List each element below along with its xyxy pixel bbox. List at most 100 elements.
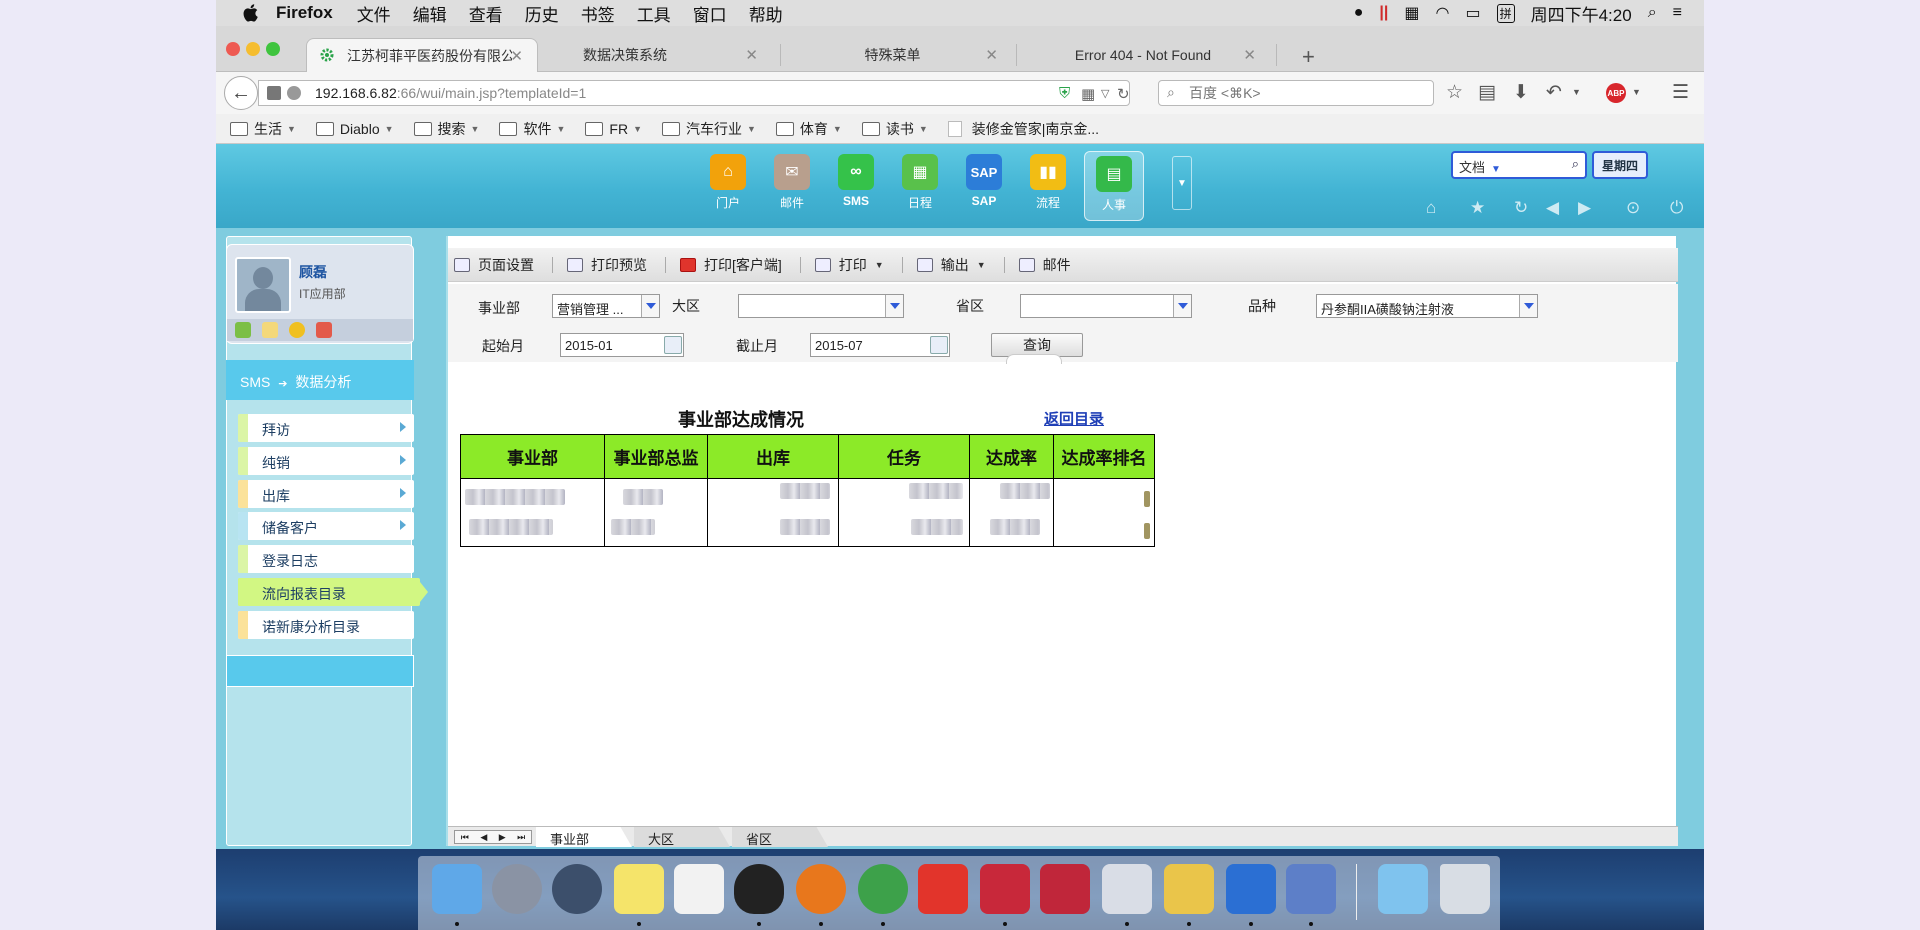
app-m-icon[interactable]: [1040, 864, 1090, 914]
close-tab-icon[interactable]: ✕: [985, 46, 998, 64]
back-to-directory-link[interactable]: 返回目录: [1044, 408, 1104, 429]
hamburger-menu-icon[interactable]: ☰: [1672, 81, 1689, 104]
undo-icon[interactable]: ↶: [1546, 81, 1562, 104]
last-sheet-icon[interactable]: ⏭: [517, 832, 525, 843]
new-tab-button[interactable]: +: [1302, 44, 1315, 70]
bookmark-page-decoration[interactable]: 装修金管家|南京金...: [947, 119, 1099, 139]
download-icon[interactable]: ⬇: [1513, 81, 1529, 104]
menu-window[interactable]: 窗口: [693, 1, 727, 26]
wifi-icon[interactable]: ◠: [1435, 3, 1449, 23]
prev-sheet-icon[interactable]: ◀: [480, 832, 487, 843]
sidebar-item-visit[interactable]: 拜访: [238, 414, 414, 442]
collapse-filter-toggle[interactable]: [1006, 354, 1062, 364]
sidebar-item-pure-sales[interactable]: 纯销: [238, 447, 414, 475]
bookmark-star-icon[interactable]: ☆: [1446, 81, 1463, 104]
minimize-window-button[interactable]: [246, 42, 260, 56]
chevron-down-icon[interactable]: ▼: [1491, 164, 1501, 175]
region-select[interactable]: [738, 294, 904, 318]
module-schedule[interactable]: ▦ 日程: [890, 154, 950, 211]
close-tab-icon[interactable]: ✕: [1243, 46, 1256, 64]
back-arrow-icon[interactable]: ◀: [1546, 198, 1559, 218]
notes-icon[interactable]: [614, 864, 664, 914]
app-f-icon[interactable]: [1226, 864, 1276, 914]
module-sap[interactable]: SAP SAP: [954, 154, 1014, 208]
column-header[interactable]: 出库: [707, 434, 839, 479]
reminders-icon[interactable]: [674, 864, 724, 914]
badge-icon[interactable]: [289, 322, 305, 338]
product-select[interactable]: 丹参酮IIA磺酸钠注射液: [1316, 294, 1538, 318]
module-mail[interactable]: ✉ 邮件: [762, 154, 822, 211]
firefox-icon[interactable]: [796, 864, 846, 914]
module-workflow[interactable]: ▮▮ 流程: [1018, 154, 1078, 211]
undo-dropdown-icon[interactable]: ▼: [1572, 87, 1581, 97]
bookmark-folder-sports[interactable]: 体育 ▼: [775, 119, 842, 139]
search-icon[interactable]: ⌕: [1572, 156, 1579, 172]
settings-icon[interactable]: ⊙: [1626, 198, 1640, 218]
column-header[interactable]: 任务: [838, 434, 970, 479]
zoom-window-button[interactable]: [266, 42, 280, 56]
print-preview-button[interactable]: 打印预览: [567, 255, 647, 275]
sidebar-item-outbound[interactable]: 出库: [238, 480, 414, 508]
reading-list-icon[interactable]: ▤: [1478, 81, 1496, 104]
sidebar-item-login-log[interactable]: 登录日志: [238, 545, 414, 573]
next-sheet-icon[interactable]: ▶: [499, 832, 506, 843]
print-button[interactable]: 打印 ▼: [814, 255, 884, 275]
user-name[interactable]: 顾磊: [299, 262, 327, 282]
menubar-clock[interactable]: 周四下午4:20: [1531, 1, 1632, 26]
book-icon[interactable]: [235, 322, 251, 338]
menu-edit[interactable]: 编辑: [413, 1, 447, 26]
first-sheet-icon[interactable]: ⏮: [461, 832, 469, 843]
trash-icon[interactable]: [1440, 864, 1490, 914]
window-app-icon[interactable]: [1102, 864, 1152, 914]
adblock-dropdown-icon[interactable]: ▼: [1632, 87, 1641, 97]
module-sms[interactable]: ∞ SMS: [826, 154, 886, 208]
email-button[interactable]: 邮件: [1018, 255, 1071, 275]
app-g-icon[interactable]: [918, 864, 968, 914]
close-window-button[interactable]: [226, 42, 240, 56]
end-month-input[interactable]: 2015-07: [810, 333, 950, 357]
note-icon[interactable]: [262, 322, 278, 338]
remote-desktop-icon[interactable]: [1286, 864, 1336, 914]
bookmark-folder-auto[interactable]: 汽车行业 ▼: [661, 119, 756, 139]
favorite-star-icon[interactable]: ★: [1470, 198, 1485, 218]
folder-app-icon[interactable]: [1164, 864, 1214, 914]
column-header[interactable]: 事业部总监: [604, 434, 708, 479]
adblock-icon[interactable]: ABP: [1606, 83, 1626, 103]
power-icon[interactable]: ⏻: [1670, 198, 1683, 218]
sheet-tab-division[interactable]: 事业部: [536, 827, 632, 847]
sidebar-item-reserve-customers[interactable]: 储备客户: [238, 512, 414, 540]
chevron-down-icon[interactable]: [885, 295, 903, 317]
qq-status-icon[interactable]: ●: [1354, 4, 1364, 22]
page-setup-button[interactable]: 页面设置: [454, 255, 534, 275]
notification-center-icon[interactable]: ≡: [1673, 4, 1682, 22]
refresh-icon[interactable]: ↻: [1514, 198, 1528, 218]
bookmark-folder-software[interactable]: 软件 ▼: [499, 119, 565, 139]
menu-history[interactable]: 历史: [525, 1, 559, 26]
bookmark-folder-reading[interactable]: 读书 ▼: [861, 119, 928, 139]
app-name[interactable]: Firefox: [276, 3, 333, 23]
quicktime-icon[interactable]: [552, 864, 602, 914]
search-bar[interactable]: ⌕ 百度 <⌘K>: [1158, 80, 1434, 106]
browser-tab-2[interactable]: 数据决策系统 ✕: [542, 38, 772, 72]
browser-tab-3[interactable]: 特殊菜单 ✕: [782, 38, 1012, 72]
calendar-icon[interactable]: [664, 336, 682, 354]
column-header[interactable]: 达成率: [969, 434, 1054, 479]
launchpad-icon[interactable]: [492, 864, 542, 914]
calendar-icon[interactable]: [930, 336, 948, 354]
menu-view[interactable]: 查看: [469, 1, 503, 26]
url-bar[interactable]: 192.168.6.82:66/wui/main.jsp?templateId=…: [258, 80, 1130, 106]
division-select[interactable]: 营销管理 ...: [552, 294, 660, 318]
more-modules-button[interactable]: ▼: [1172, 156, 1192, 210]
sidebar-item-nuoxinkang-directory[interactable]: 诺新康分析目录: [238, 611, 414, 639]
browser-tab-4[interactable]: Error 404 - Not Found ✕: [1020, 38, 1270, 72]
print-client-button[interactable]: 打印[客户端]: [680, 255, 782, 275]
qr-code-icon[interactable]: ▦: [1081, 85, 1095, 103]
parallels-icon[interactable]: [980, 864, 1030, 914]
close-tab-icon[interactable]: ✕: [510, 47, 523, 65]
search-scope[interactable]: 文档: [1459, 160, 1485, 175]
header-search-input[interactable]: 文档 ▼ ⌕: [1451, 151, 1587, 179]
browser-tab-1[interactable]: 江苏柯菲平医药股份有限公... ✕: [306, 38, 538, 72]
close-tab-icon[interactable]: ✕: [745, 46, 758, 64]
parallels-status-icon[interactable]: ||: [1379, 4, 1388, 22]
page-info-icon[interactable]: [267, 86, 281, 100]
